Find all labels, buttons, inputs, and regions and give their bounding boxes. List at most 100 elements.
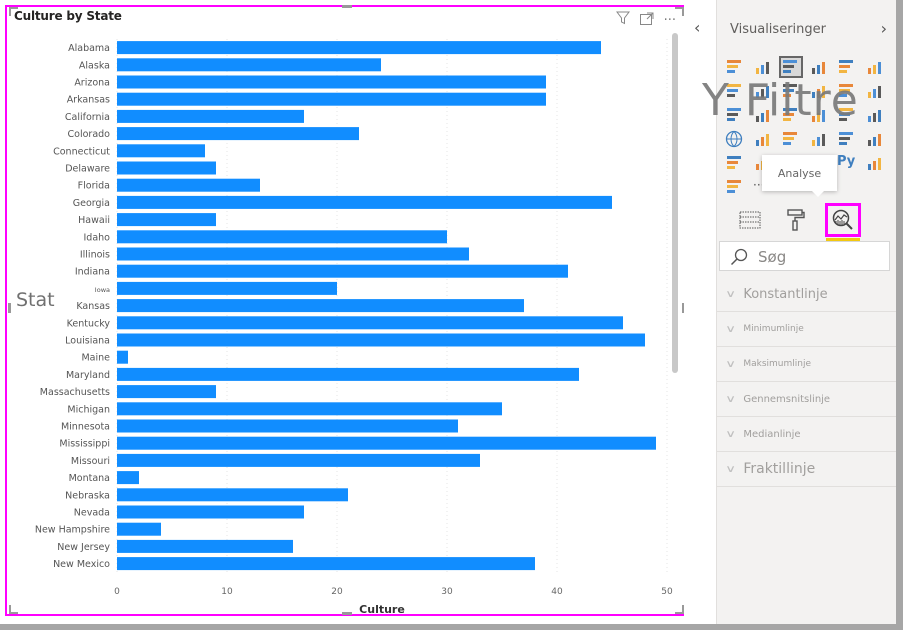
analytics-sections: ∨ Konstantlinje ∨ Minimumlinje ∨ Maksimumli… bbox=[717, 277, 896, 487]
bar[interactable] bbox=[117, 385, 216, 399]
slicer-icon[interactable] bbox=[725, 154, 745, 172]
resize-corner[interactable] bbox=[9, 605, 18, 614]
resize-corner[interactable] bbox=[675, 605, 684, 614]
y-tick-label: Montana bbox=[69, 473, 110, 484]
resize-corner[interactable] bbox=[675, 7, 684, 16]
bar[interactable] bbox=[117, 247, 469, 261]
bar[interactable] bbox=[117, 264, 568, 278]
qa-icon[interactable] bbox=[725, 178, 745, 196]
search-input[interactable]: Søg bbox=[719, 241, 890, 271]
vertical-scrollbar[interactable] bbox=[672, 33, 678, 373]
100-column-icon[interactable] bbox=[865, 58, 885, 76]
section-median-line[interactable]: ∨ Medianlinje bbox=[717, 417, 896, 452]
bar[interactable] bbox=[117, 436, 656, 450]
collapse-pane-icon[interactable]: ‹ bbox=[694, 18, 700, 37]
icon-glyph-part bbox=[873, 89, 876, 98]
bar[interactable] bbox=[117, 92, 546, 106]
icon-glyph-part bbox=[868, 92, 871, 98]
icon-glyph-part bbox=[873, 161, 876, 170]
bar[interactable] bbox=[117, 41, 601, 55]
y-tick-label: Delaware bbox=[65, 164, 110, 175]
resize-corner[interactable] bbox=[9, 7, 18, 16]
key-influencers-icon[interactable] bbox=[865, 154, 885, 172]
tab-analytics[interactable] bbox=[825, 203, 861, 241]
icon-glyph-part bbox=[727, 180, 741, 183]
multirow-card-icon[interactable] bbox=[837, 130, 857, 148]
bar[interactable] bbox=[117, 127, 359, 141]
bar[interactable] bbox=[117, 58, 381, 72]
y-tick-label: Kansas bbox=[76, 301, 110, 312]
chevron-down-icon: ∨ bbox=[725, 463, 737, 475]
resize-handle-bottom[interactable] bbox=[342, 612, 352, 615]
resize-handle-top[interactable] bbox=[342, 5, 352, 8]
y-tick-label: Louisiana bbox=[65, 336, 110, 347]
bar[interactable] bbox=[117, 402, 502, 416]
bar[interactable] bbox=[117, 539, 293, 553]
bar[interactable] bbox=[117, 471, 139, 485]
bar[interactable] bbox=[117, 281, 337, 295]
y-tick-label: Indiana bbox=[75, 267, 110, 278]
bar-chart: 0 10 20 30 40 50 Alabama Alaska Arizona Arkansas C… bbox=[35, 39, 673, 614]
tab-fields[interactable] bbox=[736, 206, 764, 234]
bar[interactable] bbox=[117, 75, 546, 89]
icon-glyph-part bbox=[868, 164, 871, 170]
bar[interactable] bbox=[117, 488, 348, 502]
bar[interactable] bbox=[117, 161, 216, 175]
resize-handle-left[interactable] bbox=[8, 303, 11, 313]
tooltip: Analyse bbox=[762, 155, 837, 197]
treemap-icon[interactable] bbox=[865, 106, 885, 124]
bar[interactable] bbox=[117, 522, 161, 536]
section-average-line[interactable]: ∨ Gennemsnitslinje bbox=[717, 382, 896, 417]
bar[interactable] bbox=[117, 350, 128, 364]
icon-glyph-part bbox=[839, 132, 853, 135]
python-visual-icon[interactable]: Py bbox=[837, 154, 857, 172]
map-icon[interactable] bbox=[725, 130, 745, 148]
y-tick-label: Colorado bbox=[68, 129, 111, 140]
bar[interactable] bbox=[117, 505, 304, 519]
x-tick-label: 0 bbox=[114, 587, 120, 597]
bar[interactable] bbox=[117, 299, 524, 313]
y-tick-label: Massachusetts bbox=[40, 387, 110, 398]
icon-glyph-part bbox=[783, 60, 797, 63]
icon-glyph-part bbox=[878, 158, 881, 170]
bar[interactable] bbox=[117, 453, 480, 467]
bar[interactable] bbox=[117, 213, 216, 227]
icon-glyph-part bbox=[878, 62, 881, 74]
y-tick-label: New Mexico bbox=[53, 559, 110, 570]
y-tick-label: Missouri bbox=[71, 456, 110, 467]
bar[interactable] bbox=[117, 178, 260, 192]
section-constant-line[interactable]: ∨ Konstantlinje bbox=[717, 277, 896, 312]
y-tick-label: Illinois bbox=[80, 250, 110, 261]
filled-map-icon[interactable] bbox=[753, 130, 773, 148]
bar[interactable] bbox=[117, 316, 623, 330]
chevron-down-icon: ∨ bbox=[725, 323, 737, 335]
bar[interactable] bbox=[117, 419, 458, 433]
bar[interactable] bbox=[117, 557, 535, 571]
bar[interactable] bbox=[117, 144, 205, 158]
pane-title: Visualiseringer bbox=[730, 22, 826, 37]
chevron-down-icon: ∨ bbox=[725, 393, 737, 405]
ribbon-icon[interactable] bbox=[865, 82, 885, 100]
section-percentile-line[interactable]: ∨ Fraktillinje bbox=[717, 452, 896, 487]
kpi-icon[interactable] bbox=[865, 130, 885, 148]
bar[interactable] bbox=[117, 230, 447, 244]
y-tick-label: Alaska bbox=[79, 60, 110, 71]
bar[interactable] bbox=[117, 109, 304, 123]
icon-glyph-part bbox=[868, 68, 871, 74]
section-max-line[interactable]: ∨ Maksimumlinje bbox=[717, 347, 896, 382]
gauge-icon[interactable] bbox=[781, 130, 801, 148]
icon-glyph-part bbox=[756, 164, 759, 170]
bar[interactable] bbox=[117, 367, 579, 381]
section-min-line[interactable]: ∨ Minimumlinje bbox=[717, 312, 896, 347]
bar[interactable] bbox=[117, 333, 645, 347]
bar-chart-visual[interactable]: Culture by State ··· 0 10 20 30 40 50 Alabama A… bbox=[5, 5, 686, 616]
paint-roller-icon bbox=[787, 209, 805, 231]
expand-pane-icon[interactable]: › bbox=[881, 19, 887, 38]
icon-glyph-part bbox=[783, 142, 791, 145]
icon-glyph-part bbox=[783, 137, 794, 140]
tab-format[interactable] bbox=[782, 206, 810, 234]
icon-glyph-part bbox=[878, 86, 881, 98]
card-icon[interactable] bbox=[809, 130, 829, 148]
x-tick-label: 40 bbox=[551, 587, 563, 597]
bar[interactable] bbox=[117, 195, 612, 209]
